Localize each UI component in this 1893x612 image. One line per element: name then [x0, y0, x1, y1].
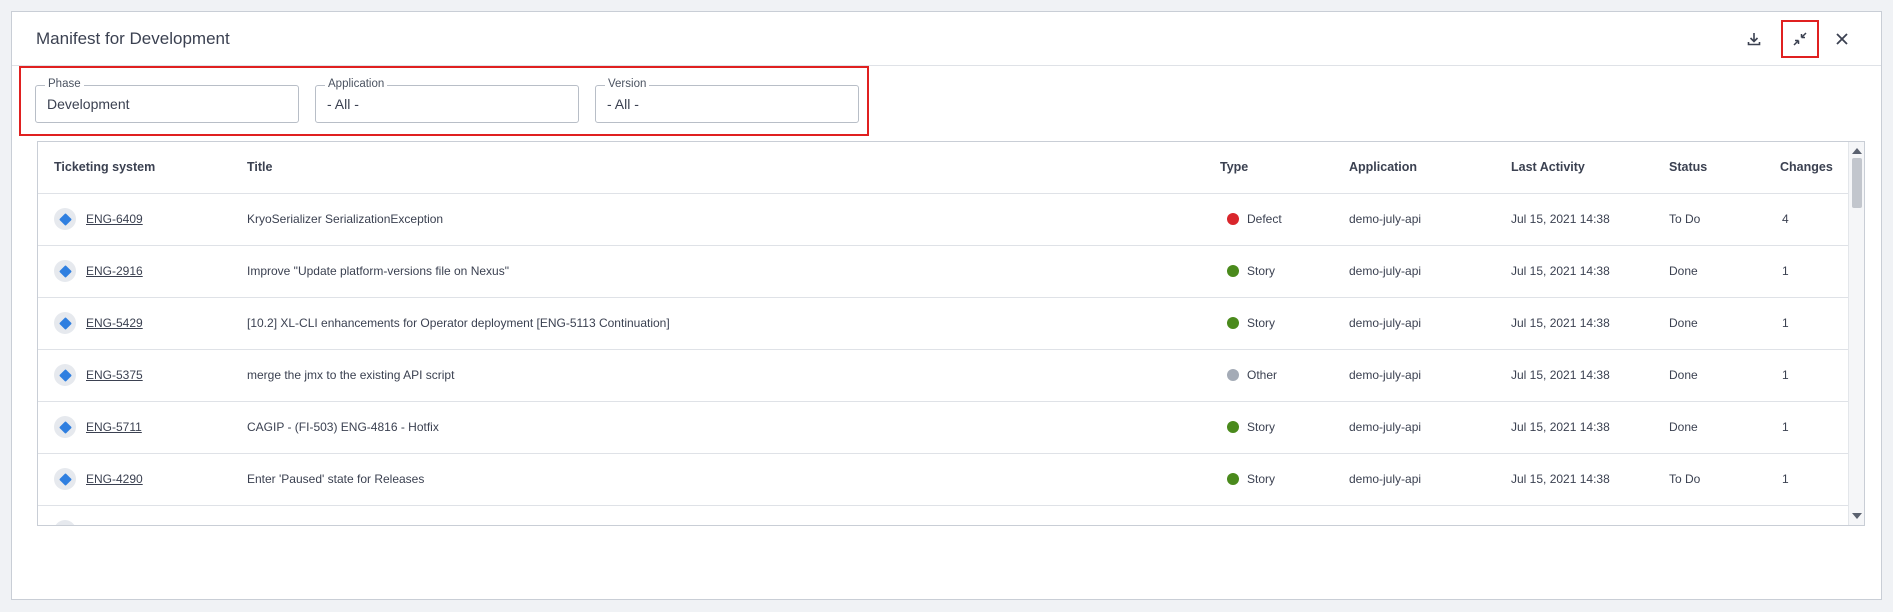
manifest-table: Ticketing system Title Type Application … [37, 141, 1865, 526]
type-status-dot-icon [1227, 265, 1239, 277]
ticket-application: demo-july-api [1349, 472, 1422, 486]
column-header-application[interactable]: Application [1349, 160, 1417, 174]
ticket-changes: 1 [1782, 368, 1789, 382]
ticket-status: Done [1669, 316, 1698, 330]
phase-select[interactable]: Phase Development [35, 78, 299, 123]
ticket-type: Story [1247, 420, 1276, 434]
ticket-link[interactable]: ENG-5711 [86, 420, 142, 434]
scroll-up-arrow-icon[interactable] [1852, 148, 1862, 154]
ticket-link[interactable]: ENG-5429 [86, 316, 143, 330]
table-row[interactable]: ENG-4290 Enter 'Paused' state for Release… [38, 454, 1848, 506]
manifest-dialog: Manifest for Development Phase Developme… [11, 11, 1882, 600]
ticket-status: To Do [1669, 472, 1701, 486]
dialog-title: Manifest for Development [36, 29, 230, 48]
collapse-button[interactable] [1781, 20, 1819, 58]
jira-ticket-icon [54, 520, 76, 525]
ticket-application: demo-july-api [1349, 264, 1422, 278]
application-value: - All - [327, 96, 359, 112]
column-header-type[interactable]: Type [1220, 160, 1248, 174]
download-icon [1747, 33, 1761, 46]
jira-ticket-icon [54, 416, 76, 438]
ticket-title: CAGIP - (FI-503) ENG-4816 - Hotfix [247, 420, 439, 434]
phase-value: Development [47, 96, 130, 112]
close-icon [1836, 33, 1848, 45]
download-button[interactable] [1738, 23, 1770, 55]
ticket-last-activity: Jul 15, 2021 14:38 [1511, 212, 1610, 226]
ticket-type: Story [1247, 264, 1276, 278]
ticket-last-activity: Jul 15, 2021 14:38 [1511, 472, 1610, 486]
ticket-changes: 4 [1782, 212, 1789, 226]
ticket-type: Story [1247, 316, 1276, 330]
table-row[interactable] [38, 506, 1848, 525]
ticket-status: Done [1669, 264, 1698, 278]
ticket-type: Story [1247, 472, 1276, 486]
table-header: Ticketing system Title Type Application … [38, 142, 1848, 194]
jira-ticket-icon [54, 312, 76, 334]
type-status-dot-icon [1227, 473, 1239, 485]
phase-label: Phase [45, 78, 84, 90]
ticket-last-activity: Jul 15, 2021 14:38 [1511, 264, 1610, 278]
ticket-status: To Do [1669, 212, 1701, 226]
ticket-title: KryoSerializer SerializationException [247, 212, 444, 226]
version-select[interactable]: Version - All - [595, 78, 859, 123]
ticket-application: demo-july-api [1349, 420, 1422, 434]
table-row[interactable]: ENG-6409 KryoSerializer SerializationExce… [38, 194, 1848, 246]
ticket-type: Defect [1247, 212, 1282, 226]
ticket-link[interactable]: ENG-4290 [86, 472, 143, 486]
column-header-changes[interactable]: Changes [1780, 160, 1833, 174]
ticket-application: demo-july-api [1349, 316, 1422, 330]
column-header-title[interactable]: Title [247, 160, 272, 174]
version-label: Version [605, 78, 650, 90]
type-status-dot-icon [1227, 369, 1239, 381]
dialog-header: Manifest for Development [12, 12, 1881, 66]
table-row[interactable]: ENG-2916 Improve "Update platform-version… [38, 246, 1848, 298]
table-scrollbar[interactable] [1848, 142, 1864, 525]
application-select[interactable]: Application - All - [315, 78, 579, 123]
ticket-application: demo-july-api [1349, 212, 1422, 226]
ticket-last-activity: Jul 15, 2021 14:38 [1511, 420, 1610, 434]
type-status-dot-icon [1227, 317, 1239, 329]
ticket-status: Done [1669, 420, 1698, 434]
ticket-link[interactable]: ENG-2916 [86, 264, 143, 278]
ticket-title: Enter 'Paused' state for Releases [247, 472, 425, 486]
jira-ticket-icon [54, 364, 76, 386]
scroll-down-arrow-icon[interactable] [1852, 513, 1862, 519]
ticket-application: demo-july-api [1349, 368, 1422, 382]
table-row[interactable]: ENG-5429 [10.2] XL-CLI enhancements for O… [38, 298, 1848, 350]
column-header-last-activity[interactable]: Last Activity [1511, 160, 1585, 174]
jira-ticket-icon [54, 208, 76, 230]
ticket-changes: 1 [1782, 420, 1789, 434]
type-status-dot-icon [1227, 421, 1239, 433]
ticket-last-activity: Jul 15, 2021 14:38 [1511, 316, 1610, 330]
filters-panel: Phase Development Application - All - Ve… [19, 66, 869, 136]
ticket-link[interactable]: ENG-5375 [86, 368, 143, 382]
ticket-changes: 1 [1782, 264, 1789, 278]
ticket-changes: 1 [1782, 316, 1789, 330]
ticket-changes: 1 [1782, 472, 1789, 486]
type-status-dot-icon [1227, 213, 1239, 225]
ticket-link[interactable]: ENG-6409 [86, 212, 143, 226]
ticket-title: Improve "Update platform-versions file o… [247, 264, 509, 278]
ticket-title: [10.2] XL-CLI enhancements for Operator … [247, 316, 670, 330]
table-row[interactable]: ENG-5711 CAGIP - (FI-503) ENG-4816 - Hotf… [38, 402, 1848, 454]
table-row[interactable]: ENG-5375 merge the jmx to the existing AP… [38, 350, 1848, 402]
application-label: Application [325, 78, 388, 90]
scroll-thumb[interactable] [1852, 158, 1862, 208]
jira-ticket-icon [54, 468, 76, 490]
collapse-icon [1793, 32, 1807, 46]
close-button[interactable] [1826, 23, 1858, 55]
ticket-type: Other [1247, 368, 1278, 382]
version-value: - All - [607, 96, 639, 112]
ticket-status: Done [1669, 368, 1698, 382]
jira-ticket-icon [54, 260, 76, 282]
ticket-title: merge the jmx to the existing API script [247, 368, 455, 382]
ticket-last-activity: Jul 15, 2021 14:38 [1511, 368, 1610, 382]
column-header-status[interactable]: Status [1669, 160, 1707, 174]
column-header-ticketing-system[interactable]: Ticketing system [54, 160, 155, 174]
